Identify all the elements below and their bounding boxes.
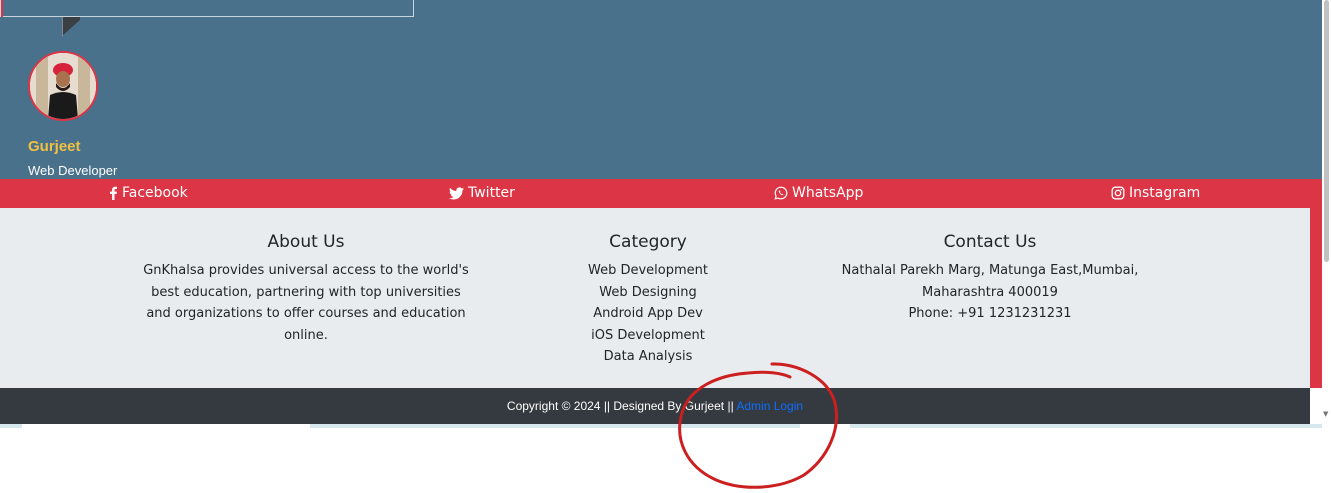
scrollbar-thumb[interactable]: [1324, 0, 1329, 262]
author-name: Gurjeet: [28, 138, 81, 155]
admin-login-link[interactable]: Admin Login: [736, 399, 803, 413]
instagram-icon: [1111, 186, 1125, 200]
category-item-android-app-dev[interactable]: Android App Dev: [548, 303, 748, 325]
category-item-ios-development[interactable]: iOS Development: [548, 325, 748, 347]
category-heading: Category: [609, 232, 687, 252]
copyright-text: Copyright © 2024 || Designed By Gurjeet …: [506, 399, 734, 413]
contact-column: Contact Us Nathalal Parekh Marg, Matunga…: [830, 232, 1150, 325]
right-accent-strip: [1310, 208, 1322, 388]
whatsapp-label: WhatsApp: [792, 185, 864, 201]
contact-address-line2: Maharashtra 400019: [922, 284, 1058, 300]
page-bottom-line: [0, 424, 22, 428]
about-line: best education, partnering with top univ…: [151, 284, 461, 300]
twitter-icon: [449, 186, 464, 199]
facebook-label: Facebook: [122, 185, 188, 201]
about-line: GnKhalsa provides universal access to th…: [143, 263, 469, 278]
whatsapp-icon: [774, 186, 788, 200]
about-column: About Us GnKhalsa provides universal acc…: [136, 232, 476, 346]
facebook-link[interactable]: Facebook: [108, 185, 188, 201]
facebook-icon: [110, 186, 117, 200]
category-item-data-analysis[interactable]: Data Analysis: [548, 346, 748, 368]
category-item-web-development[interactable]: Web Development: [548, 260, 748, 282]
page-bottom-line: [850, 424, 1322, 428]
about-text: GnKhalsa provides universal access to th…: [136, 260, 476, 346]
author-role: Web Developer: [28, 163, 118, 178]
testimonial-section: Gurjeet Web Developer: [0, 0, 1322, 179]
footer-main: About Us GnKhalsa provides universal acc…: [0, 208, 1310, 388]
category-item-web-designing[interactable]: Web Designing: [548, 282, 748, 304]
avatar-photo-icon: [30, 53, 96, 119]
category-column: Category Web Development Web Designing A…: [548, 232, 748, 368]
about-line: and organizations to offer courses and e…: [146, 306, 466, 321]
page-bottom-line: [310, 424, 800, 428]
copyright-bar: Copyright © 2024 || Designed By Gurjeet …: [0, 388, 1310, 424]
avatar: [28, 51, 98, 121]
about-line: online.: [284, 327, 328, 343]
whatsapp-link[interactable]: WhatsApp: [774, 185, 863, 201]
contact-heading: Contact Us: [943, 232, 1037, 252]
contact-address-line1: Nathalal Parekh Marg, Matunga East,Mumba…: [841, 263, 1139, 278]
instagram-label: Instagram: [1129, 185, 1201, 201]
twitter-link[interactable]: Twitter: [449, 185, 515, 201]
scrollbar[interactable]: ▼: [1322, 0, 1331, 424]
social-bar: Facebook Twitter WhatsApp Instagram: [0, 179, 1322, 208]
about-heading: About Us: [267, 232, 345, 252]
category-list: Web Development Web Designing Android Ap…: [548, 260, 748, 368]
scroll-down-icon[interactable]: ▼: [1323, 410, 1328, 418]
card-accent: [1, 0, 3, 17]
twitter-label: Twitter: [468, 185, 515, 201]
instagram-link[interactable]: Instagram: [1111, 185, 1200, 201]
contact-phone: Phone: +91 1231231231: [908, 306, 1072, 321]
speech-tail-icon: [62, 17, 80, 36]
